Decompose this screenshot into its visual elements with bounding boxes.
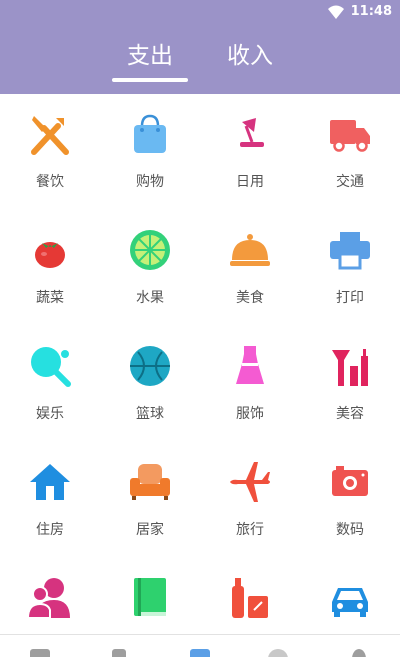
category-daily-use[interactable]: 日用 <box>200 94 300 210</box>
ledger-icon[interactable] <box>30 649 50 657</box>
food-cloche-icon <box>230 234 270 266</box>
category-books[interactable] <box>100 558 200 634</box>
category-label: 娱乐 <box>36 406 64 422</box>
shopping-bag-icon <box>134 114 166 153</box>
tab-bar: 支出 收入 <box>0 30 400 90</box>
ping-pong-icon <box>31 347 71 387</box>
basketball-icon <box>130 346 170 386</box>
category-food[interactable]: 美食 <box>200 210 300 326</box>
profile-icon[interactable] <box>352 649 366 657</box>
category-grid: 餐饮 购物 日用 交通 蔬菜 水果 美食 打印 娱乐 篮球 服饰 美容 住房 居… <box>0 94 400 634</box>
category-label: 打印 <box>336 290 364 306</box>
camera-icon <box>332 466 368 496</box>
tab-income[interactable]: 收入 <box>210 36 290 70</box>
makeup-icon <box>332 349 368 386</box>
house-icon <box>30 464 70 500</box>
desk-lamp-icon <box>240 118 264 147</box>
status-time: 11:48 <box>350 4 392 19</box>
grid-icon[interactable] <box>190 649 210 657</box>
wifi-icon <box>328 5 344 19</box>
category-label: 数码 <box>336 522 364 538</box>
category-social[interactable] <box>0 558 100 634</box>
category-entertainment[interactable]: 娱乐 <box>0 326 100 442</box>
users-icon <box>28 578 70 619</box>
category-housing[interactable]: 住房 <box>0 442 100 558</box>
car-icon <box>332 588 368 617</box>
category-shopping[interactable]: 购物 <box>100 94 200 210</box>
airplane-icon <box>230 462 270 502</box>
category-fruit[interactable]: 水果 <box>100 210 200 326</box>
dress-icon <box>236 346 264 384</box>
category-travel[interactable]: 旅行 <box>200 442 300 558</box>
tab-expense[interactable]: 支出 <box>110 36 190 70</box>
active-tab-indicator <box>112 78 188 82</box>
category-label: 日用 <box>236 174 264 190</box>
category-label: 旅行 <box>236 522 264 538</box>
fork-knife-icon <box>31 116 69 155</box>
category-label: 餐饮 <box>36 174 64 190</box>
category-digital[interactable]: 数码 <box>300 442 400 558</box>
lime-icon <box>130 230 170 270</box>
discount-icon[interactable] <box>268 649 288 657</box>
printer-icon <box>330 232 370 270</box>
bottles-icon <box>232 578 268 618</box>
tomato-icon <box>35 242 65 268</box>
truck-icon <box>330 120 370 152</box>
top-header: 11:48 支出 收入 <box>0 0 400 94</box>
category-label: 水果 <box>136 290 164 306</box>
category-label: 住房 <box>36 522 64 538</box>
category-label: 蔬菜 <box>36 290 64 306</box>
category-label: 购物 <box>136 174 164 190</box>
category-label: 美容 <box>336 406 364 422</box>
category-dining[interactable]: 餐饮 <box>0 94 100 210</box>
status-bar: 11:48 <box>0 0 400 24</box>
category-basketball[interactable]: 篮球 <box>100 326 200 442</box>
category-car[interactable] <box>300 558 400 634</box>
bottom-navigation <box>0 634 400 657</box>
category-drinks[interactable] <box>200 558 300 634</box>
category-printing[interactable]: 打印 <box>300 210 400 326</box>
category-label: 居家 <box>136 522 164 538</box>
category-label: 美食 <box>236 290 264 306</box>
category-transport[interactable]: 交通 <box>300 94 400 210</box>
category-label: 服饰 <box>236 406 264 422</box>
category-label: 交通 <box>336 174 364 190</box>
category-vegetables[interactable]: 蔬菜 <box>0 210 100 326</box>
sofa-icon <box>130 464 170 500</box>
category-label: 篮球 <box>136 406 164 422</box>
category-clothing[interactable]: 服饰 <box>200 326 300 442</box>
book-icon <box>134 578 166 616</box>
category-home[interactable]: 居家 <box>100 442 200 558</box>
chart-icon[interactable] <box>112 649 126 657</box>
category-beauty[interactable]: 美容 <box>300 326 400 442</box>
